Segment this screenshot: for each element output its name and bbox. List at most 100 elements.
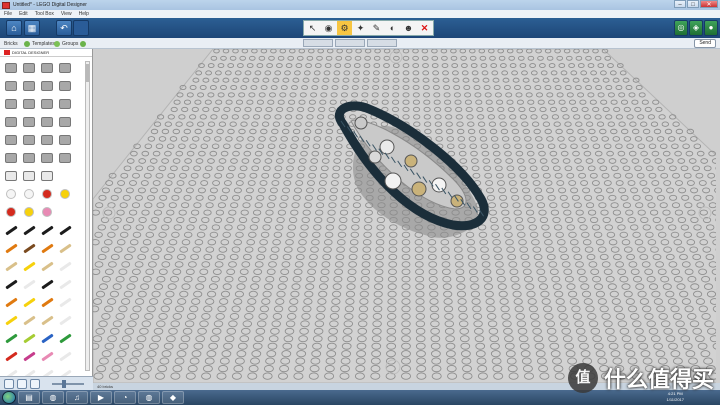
brick-tile[interactable]	[21, 241, 37, 255]
brick-tile[interactable]	[21, 223, 37, 237]
close-button[interactable]: ✕	[700, 0, 718, 8]
menu-help[interactable]: Help	[79, 11, 89, 17]
clone-tool-icon[interactable]: ◉	[321, 21, 336, 35]
brick-tile[interactable]	[3, 205, 19, 219]
build-canvas[interactable]	[93, 49, 720, 383]
brick-tile[interactable]	[39, 313, 55, 327]
brick-tile[interactable]	[57, 61, 73, 75]
zoom-slider-track[interactable]	[52, 383, 84, 385]
brick-tile[interactable]	[57, 79, 73, 93]
brick-tile[interactable]	[3, 187, 19, 201]
flex-tool-icon[interactable]: ✦	[353, 21, 368, 35]
brick-tile[interactable]	[21, 295, 37, 309]
brick-tile[interactable]	[3, 349, 19, 363]
media-icon[interactable]: ▶	[90, 391, 112, 404]
brick-tile[interactable]	[57, 187, 73, 201]
brick-tile[interactable]	[3, 259, 19, 273]
brick-tile[interactable]	[21, 79, 37, 93]
minimize-button[interactable]: –	[674, 0, 686, 8]
globe-icon[interactable]: ●	[704, 20, 718, 36]
brick-tile[interactable]	[39, 331, 55, 345]
brick-tile[interactable]	[57, 241, 73, 255]
brick-tile[interactable]	[21, 313, 37, 327]
brick-tile[interactable]	[57, 313, 73, 327]
brick-tile[interactable]	[39, 169, 55, 183]
brick-tile[interactable]	[21, 115, 37, 129]
brick-tile[interactable]	[21, 169, 37, 183]
brick-tile[interactable]	[21, 205, 37, 219]
brick-tile[interactable]	[57, 259, 73, 273]
brick-tile[interactable]	[21, 259, 37, 273]
undo-icon[interactable]: ↶	[56, 20, 72, 36]
brick-tile[interactable]	[57, 331, 73, 345]
add-group-button[interactable]	[80, 39, 86, 48]
brick-tile[interactable]	[21, 151, 37, 165]
brick-tile[interactable]	[57, 133, 73, 147]
palette-scroll-thumb[interactable]	[86, 64, 89, 82]
maximize-button[interactable]: □	[687, 0, 699, 8]
tool-option-3[interactable]	[367, 39, 397, 47]
tab-templates[interactable]: Templates	[24, 39, 55, 48]
brick-tile[interactable]	[3, 223, 19, 237]
brick-tile[interactable]	[39, 205, 55, 219]
start-button[interactable]	[2, 391, 16, 404]
brick-tile[interactable]	[39, 277, 55, 291]
delete-tool-icon[interactable]: ✕	[417, 21, 432, 35]
tool-option-2[interactable]	[335, 39, 365, 47]
chrome-icon[interactable]: ◍	[42, 391, 64, 404]
brick-tile[interactable]	[21, 97, 37, 111]
brick-tile[interactable]	[39, 61, 55, 75]
brick-tile[interactable]	[21, 133, 37, 147]
menu-toolbox[interactable]: Tool Box	[35, 11, 54, 17]
brick-tile[interactable]	[3, 133, 19, 147]
brick-tile[interactable]	[3, 313, 19, 327]
browser-icon[interactable]: ◔	[114, 391, 136, 404]
home-icon[interactable]: ⌂	[6, 20, 22, 36]
palette-scrollbar[interactable]	[85, 61, 90, 371]
brick-tile[interactable]	[21, 349, 37, 363]
brick-tile[interactable]	[21, 61, 37, 75]
view-icon[interactable]: ◈	[689, 20, 703, 36]
brick-tile[interactable]	[21, 187, 37, 201]
brick-tile[interactable]	[39, 115, 55, 129]
tab-groups[interactable]: Groups	[54, 39, 78, 48]
brick-tile[interactable]	[3, 241, 19, 255]
brick-tile[interactable]	[57, 223, 73, 237]
menu-edit[interactable]: Edit	[19, 11, 28, 17]
tab-bricks[interactable]: Bricks	[4, 39, 18, 48]
brick-tile[interactable]	[57, 151, 73, 165]
brick-tile[interactable]	[3, 331, 19, 345]
brick-tile[interactable]	[57, 277, 73, 291]
sort-icon[interactable]	[30, 379, 40, 389]
brick-tile[interactable]	[3, 115, 19, 129]
chrome2-icon[interactable]: ◍	[138, 391, 160, 404]
folder-icon[interactable]: ▤	[18, 391, 40, 404]
hide-tool-icon[interactable]: ◐	[385, 21, 400, 35]
brick-tile[interactable]	[39, 295, 55, 309]
baseplate-view[interactable]	[93, 49, 720, 383]
brick-tile[interactable]	[3, 277, 19, 291]
brick-tile[interactable]	[57, 295, 73, 309]
zoom-slider-knob[interactable]	[62, 380, 66, 388]
tool-option-1[interactable]	[303, 39, 333, 47]
select-tool-icon[interactable]: ↖	[305, 21, 320, 35]
menu-file[interactable]: File	[4, 11, 12, 17]
brick-tile[interactable]	[57, 349, 73, 363]
camera-icon[interactable]: ◎	[674, 20, 688, 36]
mode-icon[interactable]: ▦	[24, 20, 40, 36]
brick-tile[interactable]	[57, 115, 73, 129]
brick-tile[interactable]	[3, 61, 19, 75]
minifig-tool-icon[interactable]: ☻	[401, 21, 416, 35]
canvas-scrollbar[interactable]	[716, 49, 720, 383]
brick-tile[interactable]	[21, 277, 37, 291]
brick-tile[interactable]	[3, 169, 19, 183]
brick-tile[interactable]	[39, 97, 55, 111]
lego-icon[interactable]: ◆	[162, 391, 184, 404]
brick-tile[interactable]	[39, 241, 55, 255]
brick-tile[interactable]	[39, 133, 55, 147]
paint-tool-icon[interactable]: ✎	[369, 21, 384, 35]
brick-tile[interactable]	[39, 223, 55, 237]
brick-tile[interactable]	[3, 97, 19, 111]
brick-tile[interactable]	[39, 259, 55, 273]
brick-tile[interactable]	[21, 331, 37, 345]
